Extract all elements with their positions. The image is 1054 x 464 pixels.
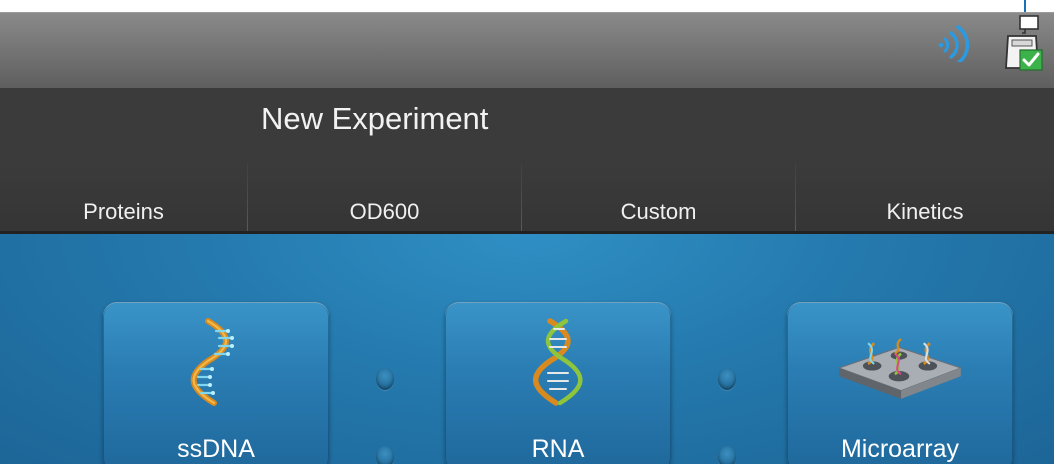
ssdna-tile[interactable]: ssDNA <box>103 302 329 464</box>
tab-od600[interactable]: OD600 <box>248 164 521 231</box>
device-connected-icon[interactable] <box>998 10 1046 72</box>
tab-custom[interactable]: Custom <box>522 164 795 231</box>
page-indicator-dot <box>718 368 736 390</box>
experiment-tabs: Proteins OD600 Custom Kinetics <box>0 164 1054 234</box>
tile-label: Microarray <box>840 435 960 463</box>
page-indicator-dot <box>376 446 394 464</box>
microarray-tile[interactable]: Microarray <box>787 302 1013 464</box>
wifi-icon <box>938 25 970 62</box>
rna-tile[interactable]: RNA <box>445 302 671 464</box>
tile-label: ssDNA <box>177 435 255 463</box>
page-indicator-dot <box>718 446 736 464</box>
tab-kinetics[interactable]: Kinetics <box>796 164 1054 231</box>
page-title: New Experiment <box>261 101 489 136</box>
app-screen: New Experiment Proteins OD600 Custom Kin… <box>0 0 1054 464</box>
rna-helix-icon <box>532 318 583 406</box>
page-indicator-dot <box>376 368 394 390</box>
tile-label: RNA <box>531 435 585 463</box>
tab-proteins[interactable]: Proteins <box>0 164 247 231</box>
microarray-icon <box>837 338 963 399</box>
title-bar <box>0 88 1054 164</box>
dna-helix-icon <box>190 318 234 406</box>
status-bar <box>0 12 1054 89</box>
